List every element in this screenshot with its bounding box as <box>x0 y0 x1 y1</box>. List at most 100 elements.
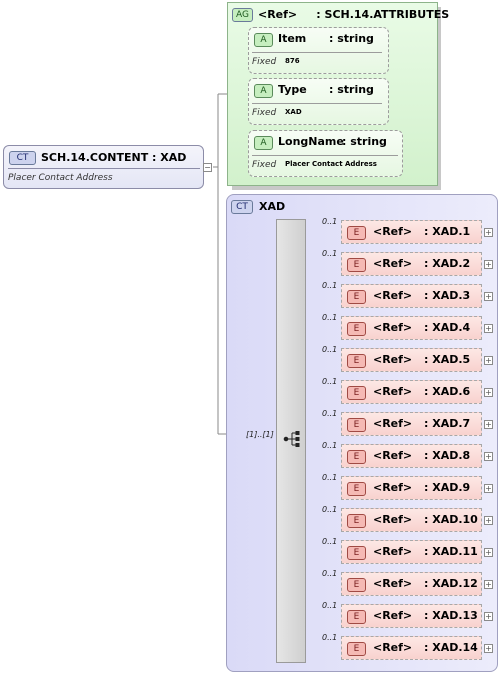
element-box[interactable]: E <Ref>: XAD.12 <box>341 572 482 596</box>
element-box[interactable]: E <Ref> : XAD.3 <box>341 284 482 308</box>
element-ref: <Ref> <box>373 609 413 622</box>
element-name: : XAD.10 <box>424 513 478 526</box>
element-box[interactable]: E <Ref>: XAD.4 <box>341 316 482 340</box>
element-name: : XAD.9 <box>424 481 471 494</box>
element-name: : XAD.4 <box>424 321 471 334</box>
element-occurrence: 0..1 <box>322 505 338 514</box>
element-occurrence: 0..1 <box>322 217 338 226</box>
element-badge: E <box>347 258 366 272</box>
element-badge: E <box>347 226 366 240</box>
element-name: : XAD.3 <box>424 289 471 302</box>
expand-toggle[interactable]: + <box>484 548 493 557</box>
attribute-type: : string <box>329 83 374 96</box>
element-badge: E <box>347 642 366 656</box>
element-box[interactable]: E <Ref> : XAD.6 <box>341 380 482 404</box>
fixed-value: Placer Contact Address <box>285 160 377 168</box>
element-badge: E <box>347 610 366 624</box>
element-badge: E <box>347 290 366 304</box>
element-badge: E <box>347 354 366 368</box>
attribute-item[interactable]: A Item : string Fixed 876 <box>248 27 389 74</box>
element-badge: E <box>347 578 366 592</box>
element-ref: <Ref> <box>373 225 413 238</box>
divider <box>252 103 382 104</box>
expand-toggle[interactable]: + <box>484 356 493 365</box>
attribute-badge: A <box>254 33 273 47</box>
element-box[interactable]: E <Ref> : XAD.1 <box>341 220 482 244</box>
element-box[interactable]: E <Ref>: XAD.5 <box>341 348 482 372</box>
element-box[interactable]: E <Ref>: XAD.13 <box>341 604 482 628</box>
element-name: : XAD.7 <box>424 417 471 430</box>
element-ref: <Ref> <box>373 289 413 302</box>
element-box[interactable]: E <Ref>: XAD.14 <box>341 636 482 660</box>
root-complex-type[interactable]: CT SCH.14.CONTENT : XAD Placer Contact A… <box>3 145 204 189</box>
fixed-label: Fixed <box>252 57 277 67</box>
element-badge: E <box>347 322 366 336</box>
root-title: SCH.14.CONTENT : XAD <box>41 151 187 164</box>
element-name: : XAD.1 <box>424 225 471 238</box>
expand-toggle[interactable]: + <box>484 580 493 589</box>
sequence-icon <box>283 431 300 447</box>
attribute-longname[interactable]: A LongName : string Fixed Placer Contact… <box>248 130 403 177</box>
expand-toggle[interactable]: + <box>484 324 493 333</box>
element-badge: E <box>347 514 366 528</box>
element-box[interactable]: E <Ref>: XAD.7 <box>341 412 482 436</box>
attribute-group-badge: AG <box>232 8 253 22</box>
element-occurrence: 0..1 <box>322 537 338 546</box>
attribute-badge: A <box>254 84 273 98</box>
element-ref: <Ref> <box>373 513 413 526</box>
element-box[interactable]: E <Ref> : XAD.10 <box>341 508 482 532</box>
element-occurrence: 0..1 <box>322 633 338 642</box>
attribute-group[interactable]: AG <Ref> : SCH.14.ATTRIBUTES A Item : st… <box>227 2 449 186</box>
element-badge: E <box>347 482 366 496</box>
sequence-occurrence: [1]..[1] <box>246 430 274 439</box>
expand-toggle[interactable]: + <box>484 228 493 237</box>
expand-toggle[interactable]: + <box>484 420 493 429</box>
expand-toggle[interactable]: + <box>484 644 493 653</box>
element-badge: E <box>347 546 366 560</box>
element-box[interactable]: E <Ref>: XAD.9 <box>341 476 482 500</box>
expand-toggle[interactable]: + <box>484 516 493 525</box>
expand-toggle[interactable]: + <box>484 292 493 301</box>
element-ref: <Ref> <box>373 417 413 430</box>
element-occurrence: 0..1 <box>322 313 338 322</box>
divider <box>252 155 398 156</box>
element-occurrence: 0..1 <box>322 409 338 418</box>
element-ref: <Ref> <box>373 353 413 366</box>
complex-type-badge: CT <box>231 200 253 214</box>
element-box[interactable]: E <Ref>: XAD.11 <box>341 540 482 564</box>
attribute-type: : string <box>342 135 387 148</box>
expand-toggle[interactable]: + <box>484 260 493 269</box>
fixed-value: XAD <box>285 108 302 116</box>
attribute-name: Type <box>278 83 307 96</box>
expand-toggle[interactable]: + <box>484 388 493 397</box>
element-name: : XAD.12 <box>424 577 478 590</box>
attribute-type-attr[interactable]: A Type : string Fixed XAD <box>248 78 389 125</box>
fixed-value: 876 <box>285 57 300 65</box>
element-occurrence: 0..1 <box>322 569 338 578</box>
element-occurrence: 0..1 <box>322 473 338 482</box>
element-badge: E <box>347 450 366 464</box>
attribute-group-title: <Ref> : SCH.14.ATTRIBUTES <box>258 8 450 21</box>
expand-toggle[interactable]: + <box>484 612 493 621</box>
element-occurrence: 0..1 <box>322 249 338 258</box>
element-box[interactable]: E <Ref> : XAD.2 <box>341 252 482 276</box>
element-occurrence: 0..1 <box>322 377 338 386</box>
element-name: : XAD.8 <box>424 449 471 462</box>
element-occurrence: 0..1 <box>322 345 338 354</box>
element-occurrence: 0..1 <box>322 281 338 290</box>
fixed-label: Fixed <box>252 108 277 118</box>
root-documentation: Placer Contact Address <box>8 173 113 183</box>
expand-toggle[interactable]: + <box>484 452 493 461</box>
element-badge: E <box>347 386 366 400</box>
element-name: : XAD.6 <box>424 385 471 398</box>
element-name: : XAD.2 <box>424 257 471 270</box>
element-ref: <Ref> <box>373 545 413 558</box>
collapse-toggle[interactable]: − <box>203 163 212 172</box>
divider <box>252 52 382 53</box>
element-ref: <Ref> <box>373 257 413 270</box>
divider <box>8 168 200 169</box>
expand-toggle[interactable]: + <box>484 484 493 493</box>
element-ref: <Ref> <box>373 385 413 398</box>
element-box[interactable]: E <Ref>: XAD.8 <box>341 444 482 468</box>
element-name: : XAD.14 <box>424 641 478 654</box>
